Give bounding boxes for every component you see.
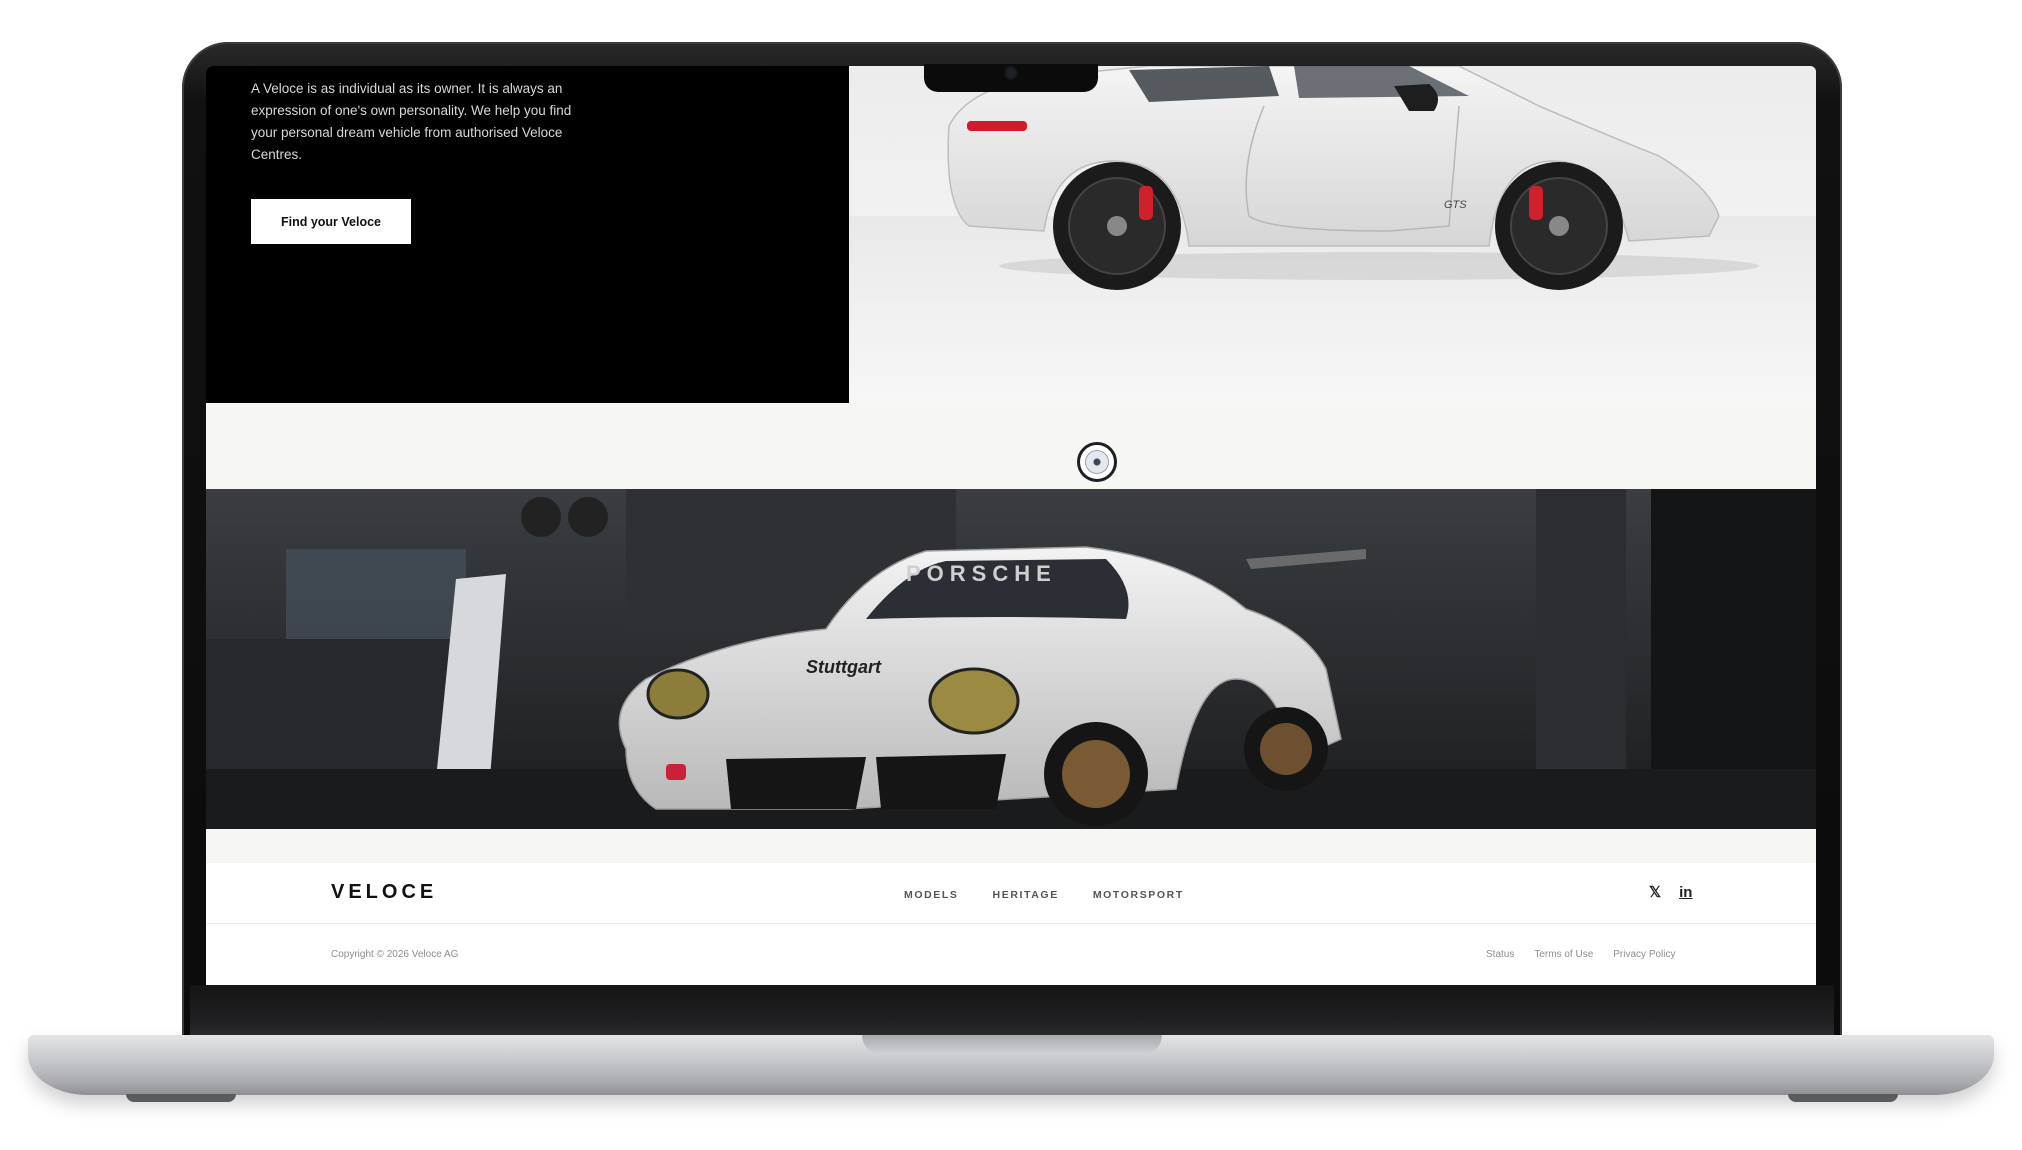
footer-nav-motorsport[interactable]: MOTORSPORT	[1093, 889, 1184, 901]
x-icon[interactable]: 𝕏	[1649, 883, 1661, 901]
race-car-hood-text: Stuttgart	[806, 657, 882, 677]
footer-nav: MODELS HERITAGE MOTORSPORT	[904, 889, 1184, 901]
hero-car-illustration: GTS	[849, 66, 1816, 403]
hero-car-photo: GTS	[849, 66, 1816, 403]
scroll-indicator-dot	[1085, 450, 1109, 474]
laptop-chin	[190, 985, 1834, 1035]
legal-links: Status Terms of Use Privacy Policy	[1486, 949, 1676, 960]
rear-wheel	[1053, 162, 1181, 290]
laptop-foot-right	[1788, 1094, 1898, 1102]
browser-viewport: A Veloce is as individual as its owner. …	[206, 66, 1816, 985]
legal-link-status[interactable]: Status	[1486, 949, 1514, 960]
footer-nav-heritage[interactable]: HERITAGE	[993, 889, 1059, 901]
linkedin-icon[interactable]: in	[1679, 884, 1692, 901]
laptop-foot-left	[126, 1094, 236, 1102]
camera-icon	[1006, 68, 1016, 78]
section-spacer-2	[206, 829, 1816, 863]
hero-car-badge: GTS	[1444, 199, 1467, 211]
find-your-veloce-button[interactable]: Find your Veloce	[251, 199, 411, 244]
hero-text-panel: A Veloce is as individual as its owner. …	[206, 66, 849, 403]
scroll-indicator-icon[interactable]	[1077, 442, 1117, 482]
footer-divider	[206, 923, 1816, 924]
front-wheel	[1495, 162, 1623, 290]
race-car-illustration: PORSCHE Stuttgart	[206, 489, 1816, 829]
laptop-base-notch	[862, 1035, 1162, 1055]
social-links: 𝕏 in	[1649, 883, 1692, 902]
legal-link-privacy[interactable]: Privacy Policy	[1613, 949, 1675, 960]
section-spacer	[206, 403, 1816, 489]
brand-logo[interactable]: VELOCE	[331, 881, 437, 904]
hero-description: A Veloce is as individual as its owner. …	[251, 81, 572, 162]
race-car-windscreen-text: PORSCHE	[906, 561, 1057, 586]
race-car-photo: PORSCHE Stuttgart	[206, 489, 1816, 829]
copyright-text: Copyright © 2026 Veloce AG	[331, 949, 459, 960]
site-footer: VELOCE MODELS HERITAGE MOTORSPORT 𝕏 in C…	[206, 863, 1816, 985]
footer-nav-models[interactable]: MODELS	[904, 889, 959, 901]
legal-link-terms[interactable]: Terms of Use	[1534, 949, 1593, 960]
